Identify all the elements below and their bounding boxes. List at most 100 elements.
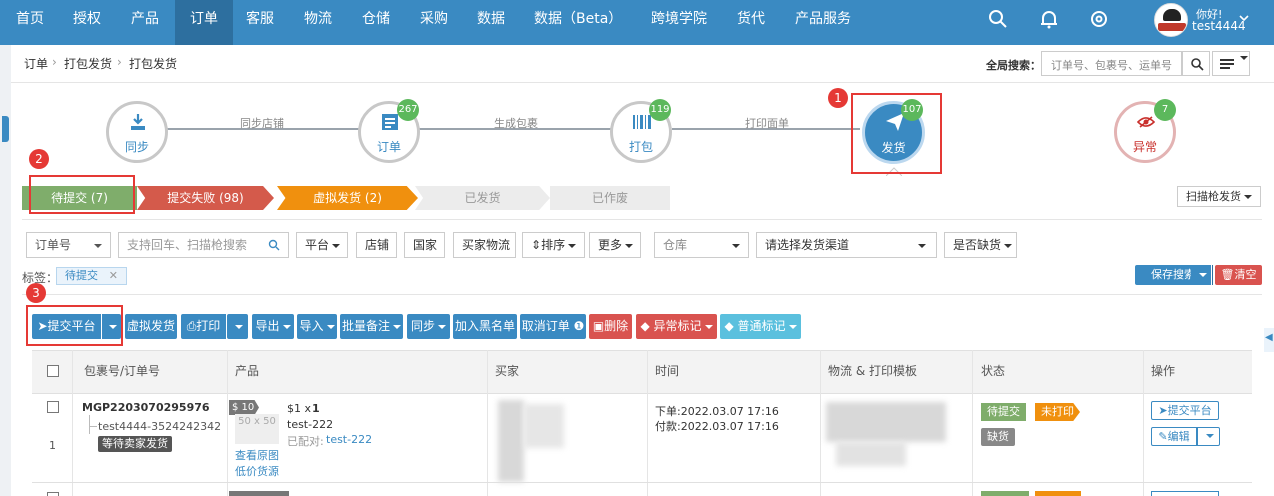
product-thumbnail[interactable]: 50 x 50 <box>235 414 279 444</box>
print-dropdown[interactable] <box>227 314 248 339</box>
export-button[interactable]: 导出 <box>252 314 294 339</box>
trash-icon: ▣ <box>592 319 605 333</box>
clear-button[interactable]: 🗑清空 <box>1215 265 1262 285</box>
status-unprinted-badge: 未打印 <box>1035 403 1080 421</box>
nav-item-purchase[interactable]: 采购 <box>420 0 448 45</box>
shop-filter[interactable]: 店铺 <box>356 232 397 258</box>
nav-item-data-beta[interactable]: 数据（Beta） <box>534 0 622 45</box>
nav-item-product-service[interactable]: 产品服务 <box>795 0 851 45</box>
channel-select[interactable]: 请选择发货渠道 <box>756 232 937 258</box>
import-button[interactable]: 导入 <box>297 314 337 339</box>
wait-ship-badge: 等待卖家发货 <box>98 436 172 452</box>
quantity: 1 <box>312 402 320 415</box>
row-checkbox[interactable] <box>47 492 59 496</box>
nav-item-warehouse[interactable]: 仓储 <box>362 0 390 45</box>
scan-ship-button[interactable]: 扫描枪发货 <box>1177 186 1261 207</box>
virtual-ship-button[interactable]: 虚拟发货 <box>125 314 177 339</box>
nav-item-auth[interactable]: 授权 <box>73 0 101 45</box>
row-index: 1 <box>49 439 56 452</box>
user-name[interactable]: test4444 <box>1192 19 1246 33</box>
sort-filter[interactable]: ⇕排序 <box>522 232 585 258</box>
platform-filter[interactable]: 平台 <box>296 232 348 258</box>
unit-price: $1 x <box>287 402 312 415</box>
sidebar-toggle[interactable] <box>2 116 9 142</box>
view-image-link[interactable]: 查看原图 <box>235 447 279 463</box>
delete-button[interactable]: ▣删除 <box>589 314 632 339</box>
package-no[interactable]: MGP2203070295976 <box>82 401 210 414</box>
row-checkbox[interactable] <box>47 401 59 413</box>
global-search-button[interactable] <box>1182 51 1210 76</box>
annotation-box <box>851 93 942 174</box>
tab-submit-failed[interactable]: 提交失败 (98) <box>137 186 274 210</box>
save-search-dropdown[interactable] <box>1191 265 1211 285</box>
step-sync[interactable]: 同步 <box>106 101 168 163</box>
nav-item-forwarder[interactable]: 货代 <box>737 0 765 45</box>
right-panel-toggle[interactable]: ◀ <box>1264 328 1274 352</box>
nav-item-academy[interactable]: 跨境学院 <box>651 0 707 45</box>
header-logistics: 物流 & 打印模板 <box>828 364 917 378</box>
paper-plane-icon: ➤ <box>1158 404 1168 417</box>
buyer-redacted <box>498 400 524 482</box>
search-input[interactable]: 支持回车、扫描枪搜索 <box>118 232 289 258</box>
tab-virtual-ship[interactable]: 虚拟发货 (2) <box>277 186 418 210</box>
nav-item-service[interactable]: 客服 <box>246 0 274 45</box>
cancel-order-button[interactable]: 取消订单 ❶ <box>520 314 586 339</box>
edit-icon: ✎ <box>1158 430 1168 443</box>
trash-icon: 🗑 <box>1220 268 1235 281</box>
add-blacklist-button[interactable]: 加入黑名单 <box>453 314 517 339</box>
breadcrumb: 订单 › 打包发货 › 打包发货 全局搜索： 订单号、包裹号、运单号 <box>11 45 1274 83</box>
connector-print-label: 打印面单 <box>745 117 789 130</box>
out-of-stock-filter[interactable]: 是否缺货 <box>944 232 1017 258</box>
batch-note-button[interactable]: 批量备注 <box>340 314 403 339</box>
avatar[interactable] <box>1154 3 1188 37</box>
order-no[interactable]: test4444-3524242342 <box>98 420 221 433</box>
country-filter[interactable]: 国家 <box>404 232 445 258</box>
tag-icon: ◆ <box>724 319 738 333</box>
info-icon: ❶ <box>569 319 585 333</box>
low-price-link[interactable]: 低价货源 <box>235 463 279 479</box>
status-pending-badge: 待提交 <box>981 403 1026 421</box>
orders-count-badge: 267 <box>397 99 419 121</box>
tag-icon: ◆ <box>640 319 654 333</box>
tag-chip[interactable]: 待提交 ✕ <box>56 267 127 285</box>
gear-icon[interactable] <box>1088 8 1110 30</box>
tab-shipped[interactable]: 已发货 <box>415 186 550 210</box>
tab-voided[interactable]: 已作废 <box>550 186 670 210</box>
global-search-label: 全局搜索： <box>986 59 1041 72</box>
status-short-badge: 缺货 <box>981 428 1015 446</box>
exception-mark-button[interactable]: ◆ 异常标记 <box>636 314 717 339</box>
close-icon[interactable]: ✕ <box>109 268 118 284</box>
search-icon[interactable] <box>987 8 1009 30</box>
annotation-box <box>26 305 123 346</box>
nav-item-products[interactable]: 产品 <box>131 0 159 45</box>
sync-button[interactable]: 同步 <box>407 314 450 339</box>
select-all-checkbox[interactable] <box>47 365 59 377</box>
view-menu-button[interactable] <box>1212 51 1250 76</box>
normal-mark-button[interactable]: ◆ 普通标记 <box>720 314 801 339</box>
connector-sync-shop: 同步店铺 <box>240 117 284 130</box>
row-edit-dropdown[interactable] <box>1197 427 1220 446</box>
nav-item-orders[interactable]: 订单 <box>175 0 233 45</box>
buyer-logistics-filter[interactable]: 买家物流 <box>453 232 516 258</box>
nav-item-data[interactable]: 数据 <box>477 0 505 45</box>
row-edit-button[interactable]: ✎编辑 <box>1151 427 1197 446</box>
global-search-input[interactable]: 订单号、包裹号、运单号 <box>1041 51 1182 76</box>
row-submit-platform-button[interactable]: ➤提交平台 <box>1151 401 1219 420</box>
search-icon <box>1191 58 1204 71</box>
order-no-select[interactable]: 订单号 <box>26 232 111 258</box>
more-filter[interactable]: 更多 <box>589 232 641 258</box>
crumb-orders[interactable]: 订单 <box>24 55 48 72</box>
crumb-current: 打包发货 <box>129 57 178 71</box>
matched-sku-link[interactable]: test-222 <box>326 433 372 446</box>
bell-icon[interactable] <box>1038 8 1060 30</box>
chevron-down-icon[interactable] <box>1239 14 1249 22</box>
header-actions: 操作 <box>1151 364 1176 378</box>
warehouse-select[interactable]: 仓库 <box>654 232 749 258</box>
matched-label: 已配对: <box>287 435 324 448</box>
nav-item-logistics[interactable]: 物流 <box>304 0 332 45</box>
nav-item-home[interactable]: 首页 <box>16 0 44 45</box>
sku: test-222 <box>287 418 334 431</box>
print-button[interactable]: ⎙打印 <box>181 314 226 339</box>
crumb-pack-ship[interactable]: 打包发货 <box>64 55 112 72</box>
eye-slash-icon <box>1137 116 1155 128</box>
